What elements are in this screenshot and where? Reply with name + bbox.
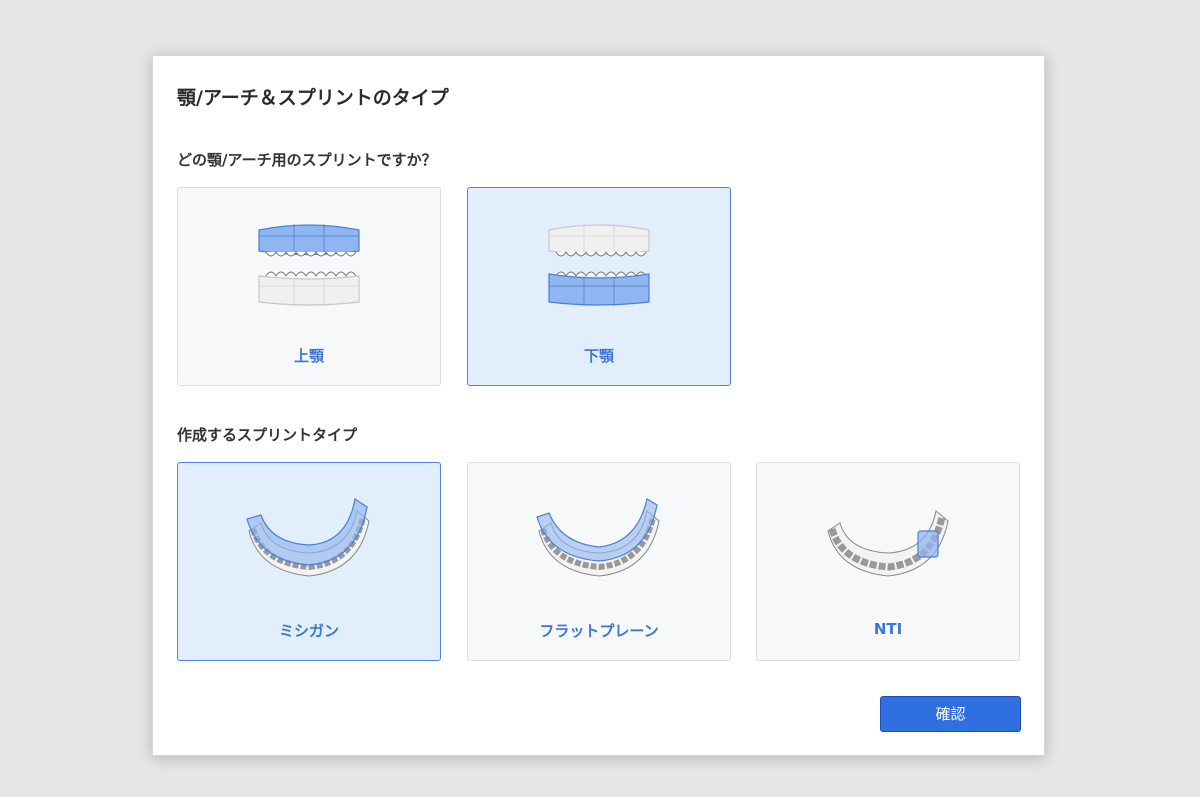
upper-jaw-splint-icon xyxy=(258,224,360,306)
jaw-option-upper[interactable]: 上顎 xyxy=(177,187,441,386)
flat-plane-splint-icon xyxy=(536,498,660,577)
jaw-question-label: どの顎/アーチ用のスプリントですか？ xyxy=(177,151,437,169)
nti-splint-icon xyxy=(827,510,949,577)
lower-jaw-splint-icon xyxy=(548,224,650,306)
jaw-option-lower[interactable]: 下顎 xyxy=(467,187,731,386)
jaw-option-lower-label: 下顎 xyxy=(583,347,614,365)
type-option-nti[interactable]: NTI xyxy=(756,462,1020,661)
confirm-button[interactable]: 確認 xyxy=(880,696,1021,732)
type-option-nti-label: NTI xyxy=(873,620,903,638)
type-option-michigan[interactable]: ミシガン xyxy=(177,462,441,661)
jaw-option-upper-label: 上顎 xyxy=(293,347,324,365)
type-option-flat-plane[interactable]: フラットプレーン xyxy=(467,462,731,661)
type-option-michigan-label: ミシガン xyxy=(278,622,339,640)
michigan-splint-icon xyxy=(246,497,370,577)
type-option-flat-plane-label: フラットプレーン xyxy=(539,622,659,640)
type-question-label: 作成するスプリントタイプ xyxy=(177,426,358,444)
splint-type-dialog: 顎/アーチ＆スプリントのタイプ どの顎/アーチ用のスプリントですか？ 上顎 下顎… xyxy=(152,55,1045,756)
dialog-title: 顎/アーチ＆スプリントのタイプ xyxy=(177,87,449,109)
